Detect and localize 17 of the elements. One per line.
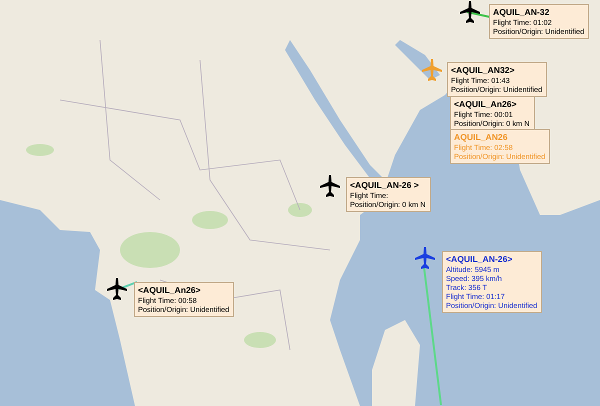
forest-patch [120,232,180,268]
flight-callsign: <AQUIL_AN-26> [446,254,514,265]
flight-callsign: <AQUIL_AN32> [451,65,516,76]
forest-patch [244,332,276,348]
flight-callsign: <AQUIL_AN-26 > [350,180,420,191]
forest-patch [26,144,54,156]
flight-callsign: AQUIL_AN26 [454,132,508,143]
flight-callsign: <AQUIL_An26> [138,285,202,296]
flight-callsign: <AQUIL_An26> [454,99,518,110]
flight-callsign: AQUIL_AN-32 [493,7,550,18]
airplane-icon[interactable] [320,175,340,197]
forest-patch [288,203,312,217]
airplane-icon[interactable] [107,278,127,300]
flight-trail [466,10,491,19]
airplane-icon[interactable] [460,1,480,23]
flight-trail [118,280,138,291]
forest-patch [192,211,228,229]
